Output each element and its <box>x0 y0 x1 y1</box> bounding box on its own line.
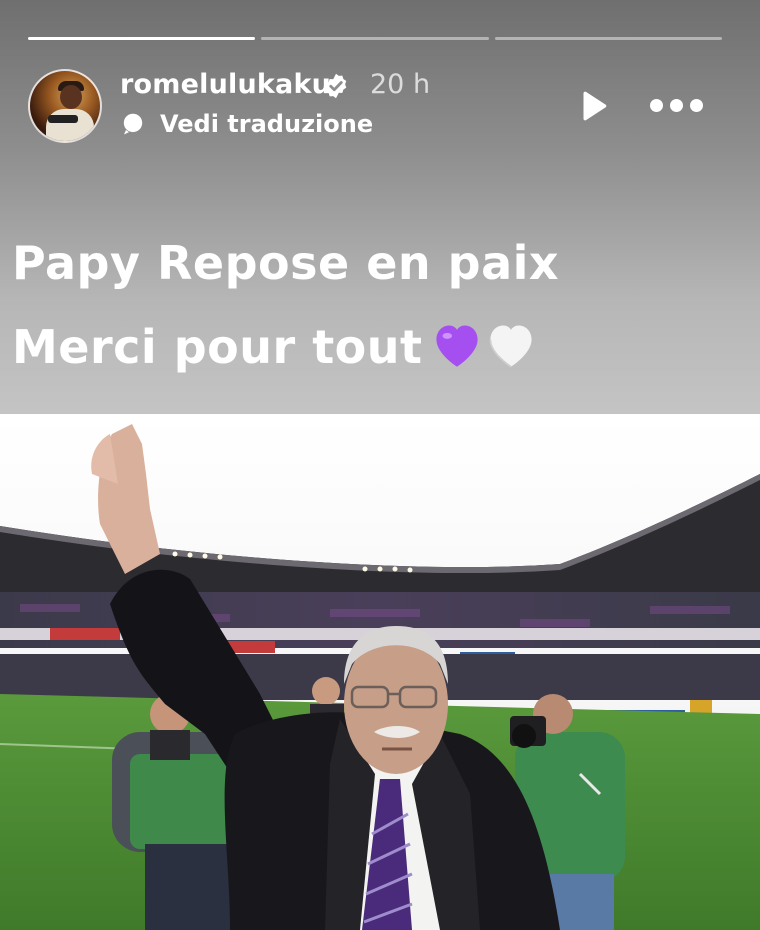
story-viewer[interactable]: romelulukaku 20 h Vedi traduzione Papy R… <box>0 0 760 930</box>
play-icon[interactable] <box>576 88 612 124</box>
caption-line-1: Papy Repose en paix <box>12 236 559 290</box>
progress-segment-1 <box>28 37 256 40</box>
white-heart-icon <box>489 325 532 368</box>
username[interactable]: romelulukaku <box>120 69 331 100</box>
see-translation-label: Vedi traduzione <box>160 110 374 138</box>
progress-segment-2 <box>261 37 489 40</box>
caption-line-2: Merci pour tout <box>12 320 537 374</box>
stadium-photo <box>0 414 760 930</box>
verified-badge-icon <box>325 73 347 99</box>
post-time: 20 h <box>370 69 431 100</box>
caption-line-2-text: Merci pour tout <box>12 320 423 374</box>
more-options-icon[interactable] <box>650 94 704 116</box>
translate-icon <box>123 113 143 135</box>
purple-heart-icon <box>435 325 478 367</box>
progress-segment-3 <box>494 37 722 40</box>
avatar[interactable] <box>28 69 102 143</box>
story-progress-bar <box>28 37 722 40</box>
see-translation-link[interactable]: Vedi traduzione <box>120 110 373 138</box>
caption-line-1-text: Papy Repose en paix <box>12 236 560 290</box>
